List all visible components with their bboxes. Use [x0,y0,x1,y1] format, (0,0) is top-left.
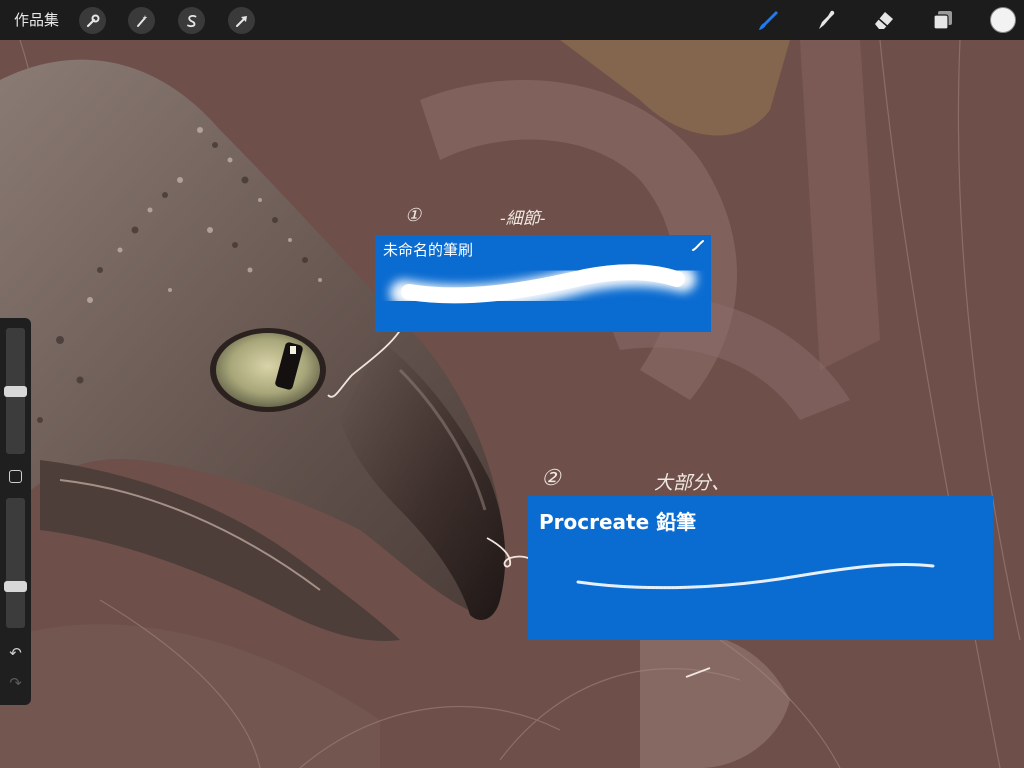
adjustments-button[interactable] [128,7,155,34]
layers-button[interactable] [929,6,957,34]
brush-stroke-preview [576,562,935,590]
color-picker-button[interactable] [990,7,1016,33]
undo-icon: ↶ [9,644,22,662]
opacity-thumb[interactable] [4,581,27,592]
brush-stroke-preview [390,260,696,312]
wrench-icon [86,14,99,27]
brush-card-untitled: 未命名的筆刷 [375,235,711,332]
canvas-artwork [0,40,1024,768]
eraser-tool-button[interactable] [870,6,898,34]
brush-card-pencil: Procreate 鉛筆 [528,496,993,640]
redo-icon: ↷ [9,674,22,692]
note-2-number: ② [541,466,561,491]
transform-arrow-icon [235,15,247,27]
eraser-icon [875,12,893,29]
top-toolbar: 作品集 [0,0,1024,40]
note-2-text: 大部分、 [654,472,731,494]
opacity-slider[interactable] [4,498,27,628]
smudge-tool-button[interactable] [812,6,840,34]
selection-button[interactable] [178,7,205,34]
magic-wand-icon [136,14,147,27]
drawing-canvas[interactable] [0,40,1024,768]
transform-button[interactable] [228,7,255,34]
brush-size-thumb[interactable] [4,386,27,397]
sidebar: ↶ ↷ [0,318,31,705]
layers-icon [933,11,952,30]
redo-button[interactable]: ↷ [0,674,31,692]
note-1-number: ① [405,205,422,226]
smudge-icon [819,10,835,30]
gallery-button[interactable]: 作品集 [14,0,59,40]
modify-button[interactable] [9,470,22,483]
selection-icon [186,14,196,27]
undo-button[interactable]: ↶ [0,644,31,662]
note-1-text: -細節- [500,209,546,229]
brush-icon [759,11,778,30]
actions-button[interactable] [79,7,106,34]
brush-tool-button[interactable] [754,6,782,34]
brush-size-slider[interactable] [4,328,27,454]
